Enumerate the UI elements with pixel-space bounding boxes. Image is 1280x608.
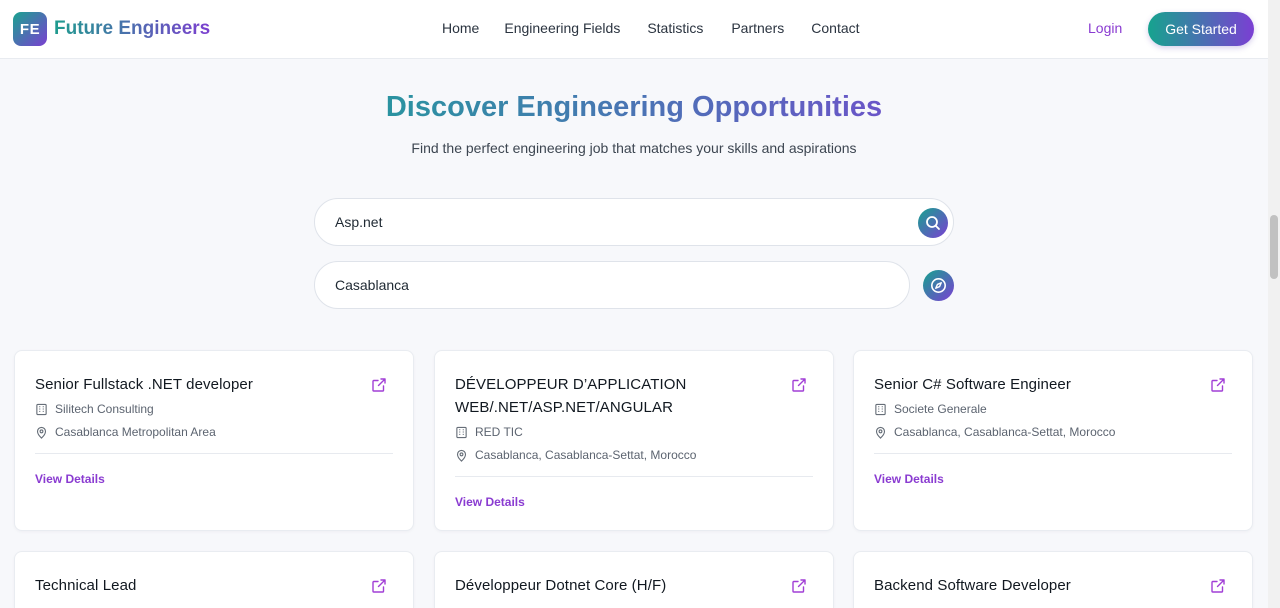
nav-link-contact[interactable]: Contact: [811, 20, 859, 36]
scrollbar-thumb[interactable]: [1270, 215, 1278, 279]
page-scrollbar[interactable]: [1268, 0, 1280, 608]
job-card: Senior C# Software Engineer Societe Gene…: [853, 350, 1253, 531]
location-row: Casablanca, Casablanca-Settat, Morocco: [874, 425, 1115, 439]
job-search-input[interactable]: [335, 199, 895, 245]
external-link-icon[interactable]: [371, 377, 387, 393]
job-search-box: [314, 198, 954, 246]
compass-icon: [931, 278, 946, 293]
nav-link-partners[interactable]: Partners: [731, 20, 784, 36]
nav-link-engineering-fields[interactable]: Engineering Fields: [504, 20, 620, 36]
external-link-icon[interactable]: [1210, 578, 1226, 594]
company-row: Silitech Consulting: [35, 402, 154, 416]
company-name: RED TIC: [475, 425, 523, 439]
location-row: Casablanca, Casablanca-Settat, Morocco: [455, 448, 696, 462]
map-pin-icon: [36, 426, 47, 439]
job-location: Casablanca, Casablanca-Settat, Morocco: [475, 448, 697, 462]
job-title[interactable]: Senior Fullstack .NET developer: [35, 373, 355, 396]
get-started-button[interactable]: Get Started: [1148, 12, 1254, 46]
top-navbar: FE Future Engineers Home Engineering Fie…: [0, 0, 1268, 59]
job-title[interactable]: Développeur Dotnet Core (H/F): [455, 574, 775, 597]
external-link-icon[interactable]: [1210, 377, 1226, 393]
job-card: Backend Software Developer: [853, 551, 1253, 608]
view-details-link[interactable]: View Details: [874, 472, 944, 486]
page-title: Discover Engineering Opportunities: [0, 91, 1268, 124]
job-title[interactable]: Senior C# Software Engineer: [874, 373, 1194, 396]
job-card: Développeur Dotnet Core (H/F): [434, 551, 834, 608]
location-search-box: [314, 261, 910, 309]
job-card: Technical Lead: [14, 551, 414, 608]
company-row: RED TIC: [455, 425, 523, 439]
job-card: DÉVELOPPEUR D’APPLICATION WEB/.NET/ASP.N…: [434, 350, 834, 531]
map-pin-icon: [456, 449, 467, 462]
nav-link-statistics[interactable]: Statistics: [647, 20, 703, 36]
use-my-location-button[interactable]: [923, 270, 954, 301]
external-link-icon[interactable]: [371, 578, 387, 594]
page-title-text: Discover Engineering Opportunities: [385, 91, 883, 123]
logo-badge: FE: [13, 12, 47, 46]
location-row: Casablanca Metropolitan Area: [35, 425, 216, 439]
view-details-link[interactable]: View Details: [35, 472, 105, 486]
job-title[interactable]: Backend Software Developer: [874, 574, 1194, 597]
brand-name: Future Engineers: [54, 18, 211, 39]
external-link-icon[interactable]: [791, 578, 807, 594]
map-pin-icon: [875, 426, 886, 439]
search-icon: [926, 216, 940, 230]
building-icon: [456, 426, 467, 438]
location-input[interactable]: [335, 262, 895, 308]
view-details-link[interactable]: View Details: [455, 495, 525, 509]
company-row: Societe Generale: [874, 402, 987, 416]
building-icon: [875, 403, 886, 415]
brand-logo[interactable]: FE Future Engineers: [13, 12, 210, 46]
company-name: Silitech Consulting: [55, 402, 154, 416]
job-location: Casablanca Metropolitan Area: [55, 425, 216, 439]
job-location: Casablanca, Casablanca-Settat, Morocco: [894, 425, 1116, 439]
card-divider: [35, 453, 393, 454]
nav-link-home[interactable]: Home: [442, 20, 479, 36]
card-divider: [455, 476, 813, 477]
building-icon: [36, 403, 47, 415]
external-link-icon[interactable]: [791, 377, 807, 393]
job-card: Senior Fullstack .NET developer Silitech…: [14, 350, 414, 531]
login-link[interactable]: Login: [1088, 20, 1122, 36]
job-title[interactable]: Technical Lead: [35, 574, 355, 597]
nav-links: Home Engineering Fields Statistics Partn…: [442, 20, 860, 36]
card-divider: [874, 453, 1232, 454]
job-title[interactable]: DÉVELOPPEUR D’APPLICATION WEB/.NET/ASP.N…: [455, 373, 775, 419]
search-button[interactable]: [918, 208, 948, 238]
company-name: Societe Generale: [894, 402, 987, 416]
page-subtitle: Find the perfect engineering job that ma…: [411, 140, 857, 156]
